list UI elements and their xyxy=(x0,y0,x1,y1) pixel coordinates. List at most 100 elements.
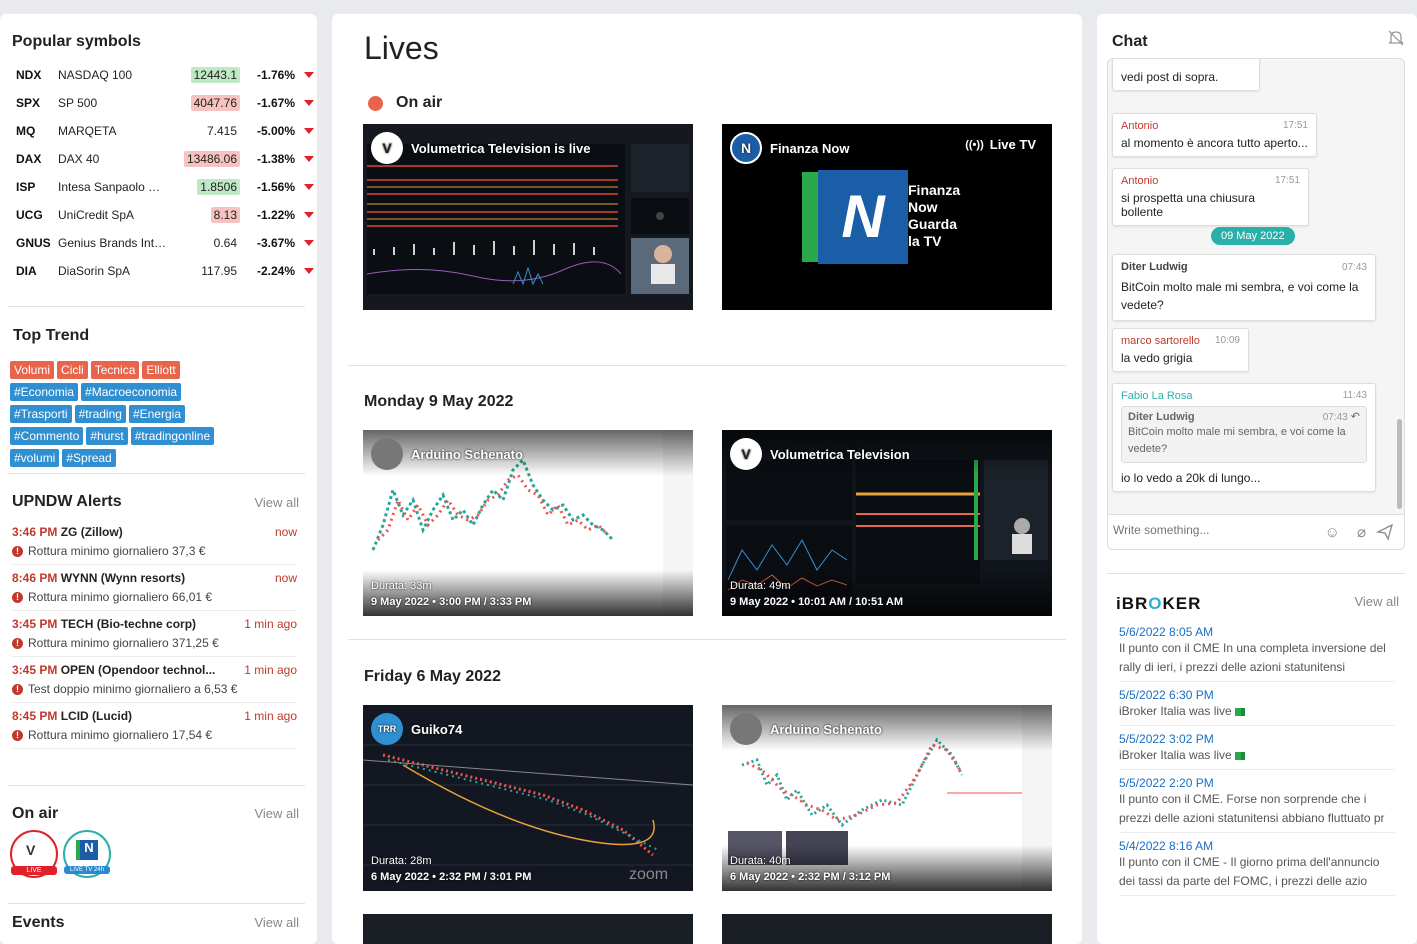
trend-tags: Volumi Cicli Tecnica Elliott #Economia #Macro… xyxy=(0,361,250,467)
warning-icon: ! xyxy=(12,591,23,603)
recording-time: 9 May 2022 • 3:00 PM / 3:33 PM xyxy=(371,596,532,608)
news-date: 5/5/2022 6:30 PM xyxy=(1119,688,1214,702)
symbol-row[interactable]: SPX SP 500 4047.76 -1.67% xyxy=(0,89,317,117)
recording-card[interactable]: Arduino Schenato Durata: 40m 6 May 2022 … xyxy=(722,705,1052,891)
volumetrica-live-avatar[interactable]: V LIVE xyxy=(10,830,58,878)
symbol-row[interactable]: MQ MARQETA 7.415 -5.00% xyxy=(0,117,317,145)
chat-input[interactable] xyxy=(1113,523,1313,537)
trend-tag[interactable]: Volumi xyxy=(10,361,55,379)
down-arrow-icon xyxy=(304,212,314,218)
chat-title: Chat xyxy=(1112,33,1148,50)
trend-tag[interactable]: #Spread xyxy=(62,449,116,467)
trend-tag[interactable]: #Energia xyxy=(128,405,185,423)
news-text: iBroker Italia was live xyxy=(1119,704,1232,718)
live-card-volumetrica[interactable]: V Volumetrica Television is live xyxy=(363,124,693,310)
news-date: 5/5/2022 3:02 PM xyxy=(1119,732,1214,746)
trend-tag[interactable]: Tecnica xyxy=(90,361,140,379)
symbol-price: 12443.1 xyxy=(168,67,240,83)
symbol-row[interactable]: DAX DAX 40 13486.06 -1.38% xyxy=(0,145,317,173)
symbol-code: NDX xyxy=(16,68,42,82)
news-item[interactable]: 5/4/2022 8:16 AM Il punto con il CME - Il… xyxy=(1119,839,1395,896)
date-pill: 09 May 2022 xyxy=(1211,227,1295,245)
recording-card[interactable]: Arduino Schenato Durata: 33m 9 May 2022 … xyxy=(363,430,693,616)
trend-tag[interactable]: #Trasporti xyxy=(10,405,72,423)
symbol-name: Genius Brands Internatio... xyxy=(58,236,168,250)
alert-item[interactable]: 8:45 PM LCID (Lucid) 1 min ago! Rottura mi… xyxy=(12,703,297,749)
duration: Durata: 28m xyxy=(371,855,432,867)
news-date: 5/4/2022 8:16 AM xyxy=(1119,839,1214,853)
chat-messages[interactable]: vedi post di sopra. Antonio 17:51 al mome… xyxy=(1108,59,1404,513)
attach-icon[interactable]: ⌀ xyxy=(1357,523,1366,541)
symbol-code: SPX xyxy=(16,96,41,110)
popular-symbols-title: Popular symbols xyxy=(12,33,141,50)
finanza-logo-icon: N xyxy=(818,170,908,264)
news-item[interactable]: 5/5/2022 3:02 PM iBroker Italia was live xyxy=(1119,732,1395,770)
recording-card[interactable]: zoom TRR Guiko74 Durata: 28m 6 May 2022 •… xyxy=(363,705,693,891)
alert-text: Rottura minimo giornaliero 37,3 € xyxy=(28,544,206,558)
news-date: 5/5/2022 2:20 PM xyxy=(1119,776,1214,790)
card-title: V Volumetrica Television is live xyxy=(371,132,590,164)
on-air-dot-icon xyxy=(368,96,383,111)
alerts-view-all-link[interactable]: View all xyxy=(254,495,299,510)
down-arrow-icon xyxy=(304,268,314,274)
trend-tag[interactable]: #Commento xyxy=(10,427,84,445)
symbol-change: -1.56% xyxy=(256,180,295,194)
recording-card[interactable] xyxy=(363,914,693,944)
down-arrow-icon xyxy=(304,240,314,246)
alert-item[interactable]: 3:45 PM OPEN (Opendoor technol... 1 min a… xyxy=(12,657,297,703)
alert-item[interactable]: 3:46 PM ZG (Zillow) now! Rottura minimo gi… xyxy=(12,519,297,565)
finanza-now-live-avatar[interactable]: N LIVE TV 24h xyxy=(63,830,111,878)
alert-time: 3:45 PM xyxy=(12,617,58,631)
symbol-price: 4047.76 xyxy=(168,95,240,111)
recording-card[interactable]: V Volumetrica Television Durata: 49m 9 Ma… xyxy=(722,430,1052,616)
trend-tag[interactable]: #Macroeconomia xyxy=(81,383,182,401)
volumetrica-logo-icon: V xyxy=(26,842,36,858)
symbol-name: DAX 40 xyxy=(58,152,100,166)
down-arrow-icon xyxy=(304,156,314,162)
alerts-list: 3:46 PM ZG (Zillow) now! Rottura minimo gi… xyxy=(0,519,307,749)
events-title: Events xyxy=(12,914,65,931)
alert-age: 1 min ago xyxy=(244,617,297,631)
top-trend-title: Top Trend xyxy=(13,327,90,344)
warning-icon: ! xyxy=(12,545,23,557)
trend-tag[interactable]: #tradingonline xyxy=(130,427,215,445)
trend-tag[interactable]: Elliott xyxy=(142,361,180,379)
chat-scrollbar[interactable] xyxy=(1397,419,1402,509)
symbol-row[interactable]: ISP Intesa Sanpaolo SpA 1.8506 -1.56% xyxy=(0,173,317,201)
on-air-title: On air xyxy=(12,805,59,822)
send-icon[interactable] xyxy=(1375,523,1394,541)
news-item[interactable]: 5/6/2022 8:05 AM Il punto con il CME In u… xyxy=(1119,625,1395,682)
ibroker-view-all-link[interactable]: View all xyxy=(1354,594,1399,609)
trend-tag[interactable]: #Economia xyxy=(10,383,79,401)
recording-card[interactable] xyxy=(722,914,1052,944)
card-title: Arduino Schenato xyxy=(730,713,882,745)
trend-tag[interactable]: #hurst xyxy=(86,427,128,445)
mute-notifications-icon[interactable] xyxy=(1387,29,1405,47)
alert-item[interactable]: 8:46 PM WYNN (Wynn resorts) now! Rottura m… xyxy=(12,565,297,611)
alert-time: 8:45 PM xyxy=(12,709,58,723)
symbol-change: -2.24% xyxy=(256,264,295,278)
news-item[interactable]: 5/5/2022 6:30 PM iBroker Italia was live xyxy=(1119,688,1395,726)
news-item[interactable]: 5/5/2022 2:20 PM Il punto con il CME. For… xyxy=(1119,776,1395,833)
trend-tag[interactable]: Cicli xyxy=(57,361,88,379)
alert-item[interactable]: 3:45 PM TECH (Bio-techne corp) 1 min ago!… xyxy=(12,611,297,657)
live-card-finanza-now[interactable]: N Finanza Now ((•)) Live TV N Finanza Now Gu… xyxy=(722,124,1052,310)
symbol-change: -1.38% xyxy=(256,152,295,166)
symbol-row[interactable]: DIA DiaSorin SpA 117.95 -2.24% xyxy=(0,257,317,285)
trend-tag[interactable]: #trading xyxy=(74,405,126,423)
on-air-view-all-link[interactable]: View all xyxy=(254,806,299,821)
symbol-code: MQ xyxy=(16,124,36,138)
chat-message: marco sartorello 10:09 la vedo grigia xyxy=(1112,328,1249,372)
divider xyxy=(348,639,1066,640)
symbol-row[interactable]: UCG UniCredit SpA 8.13 -1.22% xyxy=(0,201,317,229)
divider xyxy=(348,365,1066,366)
recording-time: 6 May 2022 • 2:32 PM / 3:12 PM xyxy=(730,871,891,883)
emoji-icon[interactable]: ☺ xyxy=(1325,524,1340,541)
symbol-row[interactable]: GNUS Genius Brands Internatio... 0.64 -3.67… xyxy=(0,229,317,257)
ibroker-news-list: 5/6/2022 8:05 AM Il punto con il CME In u… xyxy=(1107,619,1407,896)
reply-icon: ↶ xyxy=(1350,411,1360,423)
symbol-row[interactable]: NDX NASDAQ 100 12443.1 -1.76% xyxy=(0,61,317,89)
symbol-name: NASDAQ 100 xyxy=(58,68,133,82)
trend-tag[interactable]: #volumi xyxy=(10,449,60,467)
symbol-price: 117.95 xyxy=(201,264,237,278)
